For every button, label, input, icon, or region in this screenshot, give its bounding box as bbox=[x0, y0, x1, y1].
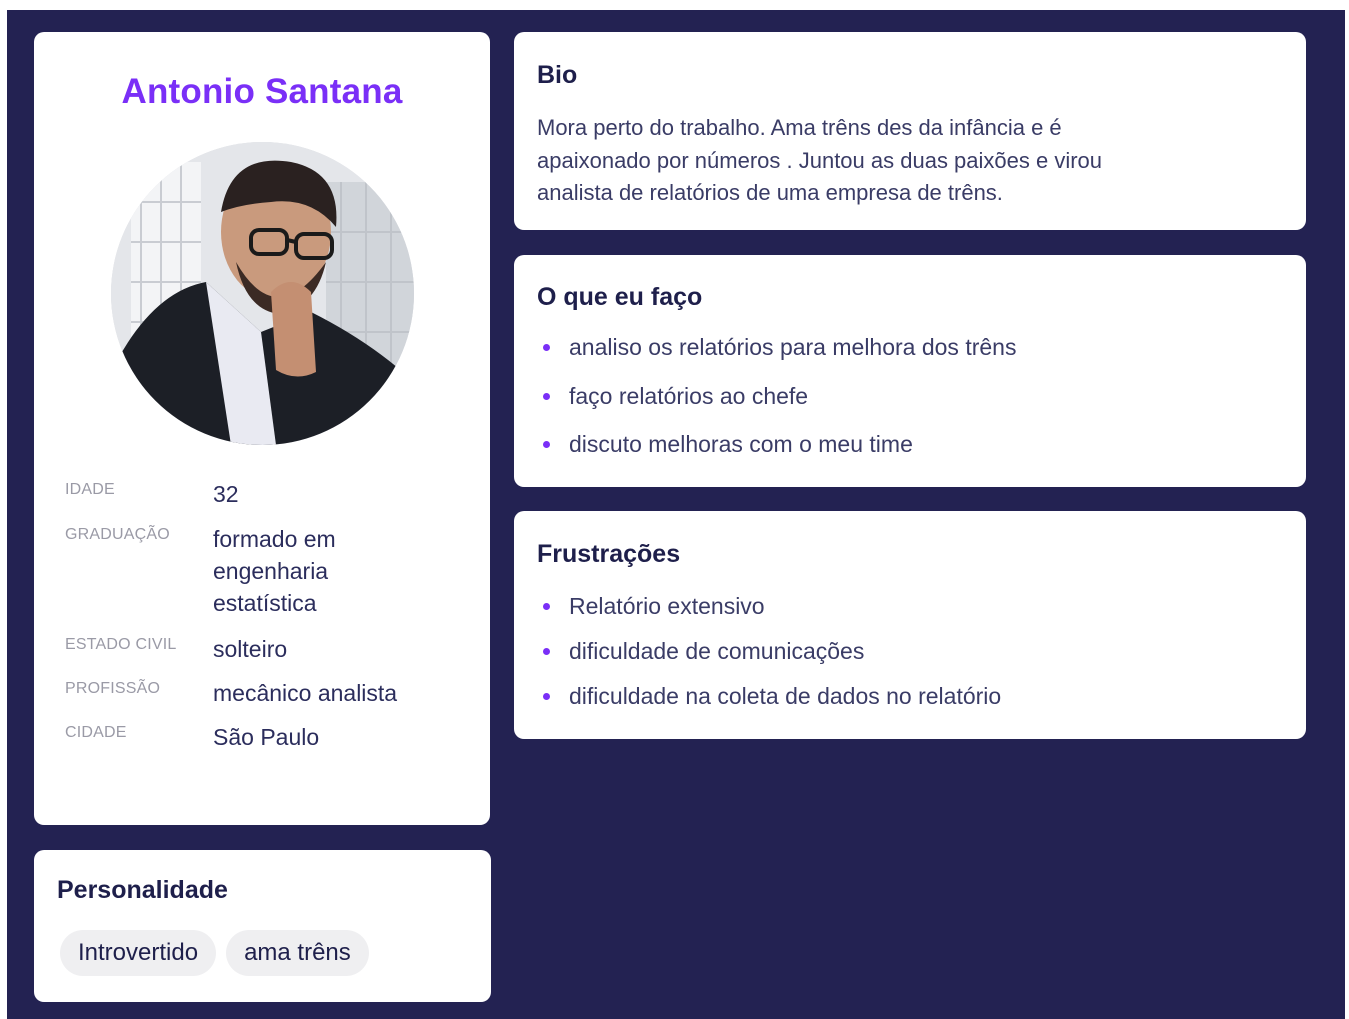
list-item: Relatório extensivo bbox=[537, 593, 1001, 638]
list-item-text: analiso os relatórios para melhora dos t… bbox=[569, 334, 1017, 360]
fact-label: CIDADE bbox=[65, 724, 127, 741]
bullet-icon bbox=[543, 392, 550, 400]
bio-text: Mora perto do trabalho. Ama trêns des da… bbox=[537, 115, 1103, 205]
bullet-icon bbox=[543, 603, 550, 610]
list-item-text: faço relatórios ao chefe bbox=[569, 382, 809, 409]
fact-value: 32 bbox=[213, 481, 239, 507]
fact-age: IDADE 32 bbox=[65, 478, 465, 523]
fact-label: ESTADO CIVIL bbox=[65, 636, 177, 653]
list-item-text: discuto melhoras com o meu time bbox=[569, 431, 913, 457]
trait-chip: ama trêns bbox=[226, 930, 369, 976]
persona-name: Antonio Santana bbox=[121, 72, 403, 111]
list-item-text: Relatório extensivo bbox=[569, 593, 765, 619]
frustrations-title: Frustrações bbox=[537, 540, 681, 568]
profile-card: Antonio Santana IDADE 32 GRADUAÇÃO forma… bbox=[34, 32, 490, 825]
avatar-photo bbox=[111, 142, 414, 445]
frustrations-list: Relatório extensivo dificuldade de comun… bbox=[537, 593, 1001, 728]
frustrations-card: Frustrações Relatório extensivo dificuld… bbox=[514, 511, 1306, 739]
bullet-icon bbox=[543, 648, 550, 655]
list-item-text: dificuldade de comunicações bbox=[569, 638, 865, 664]
fact-label: PROFISSÃO bbox=[65, 680, 161, 697]
list-item-text: dificuldade na coleta de dados no relató… bbox=[569, 683, 1002, 709]
fact-education: GRADUAÇÃO formado em engenharia estatíst… bbox=[65, 523, 465, 633]
facts-list: IDADE 32 GRADUAÇÃO formado em engenharia… bbox=[65, 478, 465, 765]
list-item: dificuldade na coleta de dados no relató… bbox=[537, 683, 1001, 728]
persona-board: Antonio Santana IDADE 32 GRADUAÇÃO forma… bbox=[7, 10, 1345, 1019]
what-i-do-list: analiso os relatórios para melhora dos t… bbox=[537, 334, 1016, 480]
fact-city: CIDADE São Paulo bbox=[65, 721, 465, 765]
trait-chip: Introvertido bbox=[60, 930, 217, 976]
bullet-icon bbox=[543, 441, 550, 448]
fact-label: GRADUAÇÃO bbox=[65, 526, 170, 543]
list-item: faço relatórios ao chefe bbox=[537, 383, 1016, 432]
fact-profession: PROFISSÃO mecânico analista bbox=[65, 677, 465, 721]
personality-card: Personalidade Introvertido ama trêns bbox=[34, 850, 491, 1002]
bullet-icon bbox=[543, 693, 550, 700]
fact-value: mecânico analista bbox=[213, 680, 398, 706]
what-i-do-title: O que eu faço bbox=[537, 283, 703, 311]
bio-card: Bio Mora perto do trabalho. Ama trêns de… bbox=[514, 32, 1306, 230]
personality-title: Personalidade bbox=[57, 876, 228, 904]
bio-title: Bio bbox=[537, 61, 578, 89]
bullet-icon bbox=[543, 344, 550, 351]
fact-value: São Paulo bbox=[213, 724, 320, 750]
what-i-do-card: O que eu faço analiso os relatórios para… bbox=[514, 255, 1306, 487]
fact-value: solteiro bbox=[213, 636, 288, 662]
list-item: discuto melhoras com o meu time bbox=[537, 431, 1016, 480]
avatar bbox=[111, 142, 414, 445]
fact-value: formado em engenharia estatística bbox=[213, 526, 336, 616]
list-item: analiso os relatórios para melhora dos t… bbox=[537, 334, 1016, 383]
fact-marital-status: ESTADO CIVIL solteiro bbox=[65, 633, 465, 677]
list-item: dificuldade de comunicações bbox=[537, 638, 1001, 683]
fact-label: IDADE bbox=[65, 481, 115, 498]
trait-chips: Introvertido ama trêns bbox=[60, 930, 369, 976]
